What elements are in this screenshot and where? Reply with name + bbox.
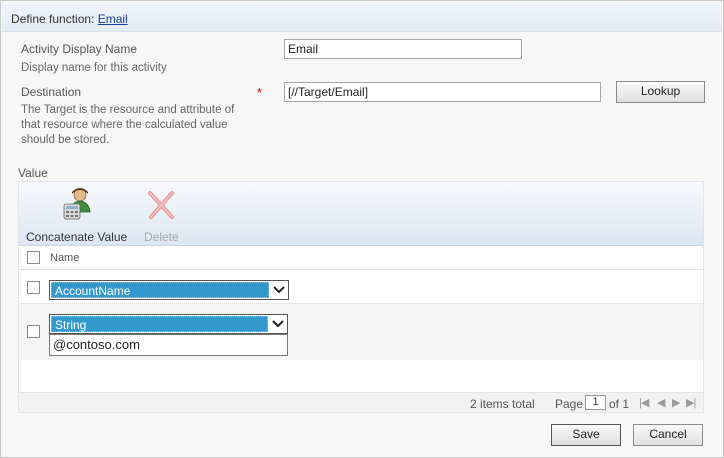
select-all-checkbox[interactable]	[27, 251, 40, 264]
activity-name-input[interactable]: Email	[284, 39, 522, 59]
required-asterisk: *	[257, 85, 263, 100]
page-label: Page	[555, 397, 584, 411]
previous-page-icon[interactable]: ◀	[657, 396, 666, 409]
function-link[interactable]: Email	[98, 12, 128, 26]
attribute-select[interactable]: AccountName	[49, 280, 289, 300]
user-calculator-icon	[63, 188, 91, 220]
value-toolbar: Concatenate Value Delete	[19, 182, 703, 246]
grid-header: Name	[19, 246, 703, 270]
next-page-icon[interactable]: ▶	[672, 396, 681, 409]
value-panel: Concatenate Value Delete Name AccountNam…	[18, 181, 704, 413]
title-prefix: Define function:	[11, 12, 98, 26]
destination-input[interactable]: [//Target/Email]	[284, 82, 601, 102]
row-checkbox[interactable]	[27, 281, 40, 294]
page-number-input[interactable]: 1	[585, 395, 606, 410]
table-row: AccountName	[19, 271, 703, 304]
dialog-header: Define function: Email	[2, 2, 722, 32]
save-button[interactable]: Save	[551, 424, 621, 446]
delete-button[interactable]: Delete	[141, 186, 181, 246]
activity-name-description: Display name for this activity	[21, 62, 167, 74]
destination-label: Destination	[21, 85, 82, 99]
activity-name-label: Activity Display Name	[21, 42, 138, 56]
table-row: String @contoso.com	[19, 304, 703, 360]
string-value-input[interactable]: @contoso.com	[49, 334, 288, 356]
last-page-icon[interactable]: ▶|	[686, 396, 696, 409]
name-column-header: Name	[50, 252, 80, 264]
row-checkbox[interactable]	[27, 325, 40, 338]
red-x-icon	[148, 191, 174, 219]
chevron-down-icon	[269, 281, 288, 299]
destination-description-line: The Target is the resource and attribute…	[21, 104, 235, 116]
items-total: 2 items total	[470, 397, 535, 411]
destination-description-line: should be stored.	[21, 134, 110, 146]
type-select[interactable]: String	[49, 314, 288, 334]
concatenate-value-label: Concatenate Value	[26, 230, 128, 244]
type-select-value: String	[51, 316, 268, 332]
delete-label: Delete	[144, 230, 179, 244]
destination-description: The Target is the resource and attribute…	[21, 103, 234, 148]
destination-description-line: that resource where the calculated value	[21, 119, 228, 131]
cancel-button[interactable]: Cancel	[633, 424, 703, 446]
attribute-select-value: AccountName	[51, 282, 269, 298]
chevron-down-icon	[268, 315, 287, 333]
dialog-title: Define function: Email	[11, 12, 128, 26]
lookup-button[interactable]: Lookup	[616, 81, 705, 103]
value-section-label: Value	[18, 166, 48, 180]
grid-footer: 2 items total Page 1 of 1 |◀ ◀ ▶ ▶|	[19, 392, 703, 412]
page-count: of 1	[609, 397, 630, 411]
concatenate-value-button[interactable]: Concatenate Value	[25, 186, 129, 246]
first-page-icon[interactable]: |◀	[639, 396, 649, 409]
function-dialog: Define function: Email Activity Display …	[0, 0, 724, 458]
